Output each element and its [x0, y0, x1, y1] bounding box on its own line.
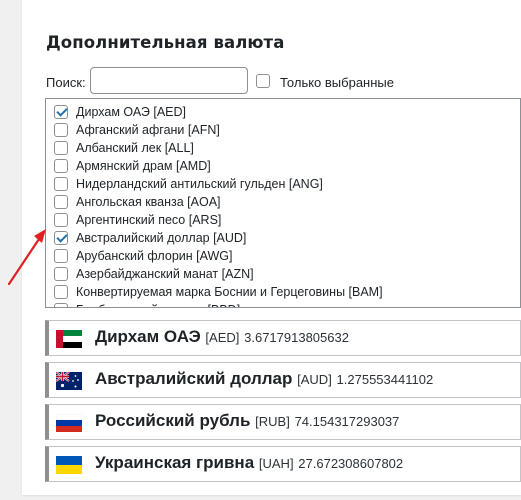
currency-list-item[interactable]: Армянский драм [AMD] [46, 157, 520, 175]
australia-flag [55, 371, 82, 390]
currency-panel-title: Дирхам ОАЭ [AED] 3.6717913805632 [95, 327, 349, 347]
currency-list-item[interactable]: Афганский афгани [AFN] [46, 121, 520, 139]
section-title: Дополнительная валюта [46, 33, 285, 52]
currency-code: [AED] [205, 330, 240, 345]
currency-label: Барбадосский доллар [BBD] [76, 303, 240, 307]
currency-list-item[interactable]: Конвертируемая марка Боснии и Герцеговин… [46, 283, 520, 301]
currency-list-item[interactable]: Австралийский доллар [AUD] [46, 229, 520, 247]
currency-list-item[interactable]: Нидерландский антильский гульден [ANG] [46, 175, 520, 193]
currency-rate: 3.6717913805632 [244, 330, 349, 345]
currency-panel-title: Российский рубль [RUB] 74.154317293037 [95, 411, 399, 431]
currency-label: Австралийский доллар [AUD] [76, 231, 247, 245]
search-input[interactable] [90, 67, 248, 94]
ukraine-flag [56, 456, 82, 474]
only-selected-label: Только выбранные [280, 75, 394, 90]
currency-code: [AUD] [297, 372, 332, 387]
russia-flag [55, 413, 83, 432]
currency-panel-title: Украинская гривна [UAH] 27.672308607802 [95, 453, 403, 473]
currency-label: Ангольская кванза [AOA] [76, 195, 221, 209]
currency-list-item[interactable]: Арубанский флорин [AWG] [46, 247, 520, 265]
currency-label: Дирхам ОАЭ [AED] [76, 105, 187, 119]
currency-panel[interactable]: Австралийский доллар [AUD] 1.27555344110… [45, 362, 521, 398]
currency-panel[interactable]: Украинская гривна [UAH] 27.672308607802 [45, 446, 521, 482]
currency-label: Нидерландский антильский гульден [ANG] [76, 177, 323, 191]
currency-label: Арубанский флорин [AWG] [76, 249, 233, 263]
annotation-arrow [7, 229, 46, 286]
currency-list-item[interactable]: Албанский лек [ALL] [46, 139, 520, 157]
currency-panel-title: Австралийский доллар [AUD] 1.27555344110… [95, 369, 433, 389]
currency-code: [UAH] [258, 456, 294, 471]
currency-rate: 74.154317293037 [294, 414, 400, 429]
settings-card: Дополнительная валюта Поиск: Только выбр… [22, 0, 521, 495]
currency-label: Албанский лек [ALL] [76, 141, 194, 155]
currency-panel[interactable]: Дирхам ОАЭ [AED] 3.6717913805632 [45, 320, 521, 356]
currency-list-item[interactable]: Азербайджанский манат [AZN] [46, 265, 520, 283]
currency-label: Азербайджанский манат [AZN] [76, 267, 254, 281]
currency-name: Австралийский доллар [95, 369, 293, 388]
currency-label: Конвертируемая марка Боснии и Герцеговин… [76, 285, 383, 299]
currency-label: Армянский драм [AMD] [76, 159, 211, 173]
currency-list-item[interactable]: Аргентинский песо [ARS] [46, 211, 520, 229]
currency-panel[interactable]: Российский рубль [RUB] 74.154317293037 [45, 404, 521, 440]
currency-rate: 1.275553441102 [336, 372, 434, 387]
currency-name: Российский рубль [95, 411, 251, 430]
uae-flag [56, 330, 82, 348]
currency-name: Дирхам ОАЭ [95, 327, 201, 346]
currency-list-item[interactable]: Барбадосский доллар [BBD] [46, 301, 520, 307]
currency-label: Аргентинский песо [ARS] [76, 213, 222, 227]
currency-label: Афганский афгани [AFN] [76, 123, 220, 137]
currency-list-item[interactable]: Дирхам ОАЭ [AED] [46, 103, 520, 121]
currency-list[interactable]: Дирхам ОАЭ [AED] Афганский афгани [AFN] Ал… [45, 98, 521, 308]
currency-list-item[interactable]: Ангольская кванза [AOA] [46, 193, 520, 211]
currency-code: [RUB] [255, 414, 290, 429]
currency-checkbox[interactable] [54, 303, 68, 307]
only-selected-checkbox[interactable] [256, 74, 270, 88]
currency-rate: 27.672308607802 [298, 456, 404, 471]
currency-name: Украинская гривна [95, 453, 255, 472]
